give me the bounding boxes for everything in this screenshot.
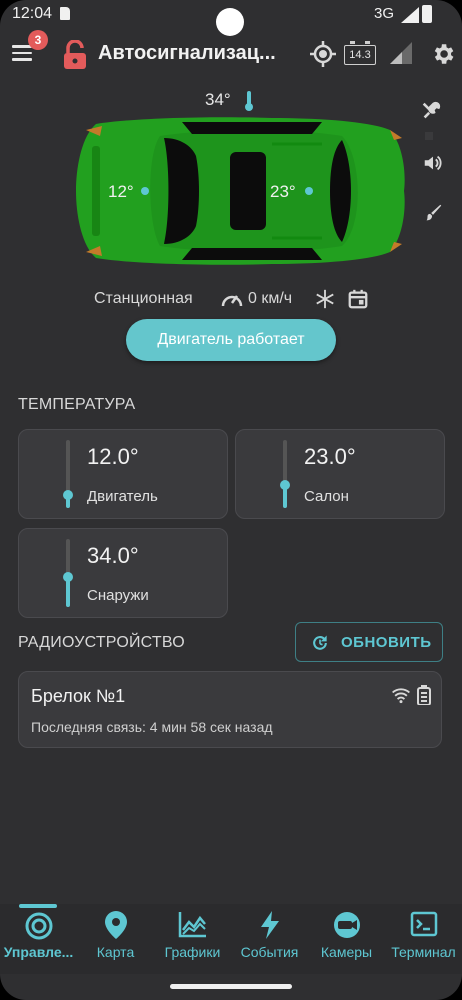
- nav-tab-map[interactable]: Карта: [77, 904, 154, 974]
- battery-voltage-icon[interactable]: 14.3: [344, 41, 376, 65]
- temperature-section-title: ТЕМПЕРАТУРА: [18, 396, 136, 413]
- nav-label: События: [240, 944, 299, 960]
- nav-tab-terminal[interactable]: Терминал: [385, 904, 462, 974]
- app-title[interactable]: Автосигнализац...: [98, 42, 298, 65]
- nav-tab-control[interactable]: Управле...: [0, 904, 77, 974]
- thermometer-icon: [245, 91, 253, 111]
- gsm-signal-icon: [390, 42, 412, 64]
- temp-value: 12.0°: [87, 444, 139, 469]
- nav-label: Управле...: [3, 944, 74, 960]
- menu-icon-line: [12, 58, 32, 61]
- temp-level-knob: [280, 480, 290, 490]
- calendar-icon[interactable]: [347, 288, 369, 310]
- terminal-icon: [410, 911, 437, 937]
- menu-icon-line: [12, 51, 32, 54]
- nav-label: Графики: [164, 944, 221, 960]
- bottom-navigation: Управле... Карта Графики События Камеры …: [0, 904, 462, 974]
- unlocked-lock-icon[interactable]: [62, 40, 88, 70]
- refresh-icon: [313, 635, 327, 650]
- temp-card-cabin[interactable]: 23.0° Салон: [235, 429, 445, 519]
- temp-level-slider: [63, 539, 73, 607]
- map-pin-icon: [104, 911, 127, 939]
- wifi-signal-icon: [392, 688, 410, 704]
- nav-label: Терминал: [391, 944, 456, 960]
- temp-level-slider: [63, 440, 73, 508]
- temp-card-engine[interactable]: 12.0° Двигатель: [18, 429, 228, 519]
- active-tab-indicator: [19, 904, 57, 908]
- speaker-icon[interactable]: [422, 152, 444, 174]
- temp-card-outside[interactable]: 34.0° Снаружи: [18, 528, 228, 618]
- brush-icon[interactable]: [422, 202, 444, 224]
- tools-icon[interactable]: [420, 100, 442, 122]
- temp-name: Салон: [304, 488, 349, 505]
- nav-label: Камеры: [320, 944, 373, 960]
- app-bar: 3 Автосигнализац... 14.3: [0, 28, 462, 82]
- status-indicator: [425, 132, 433, 140]
- temp-value: 34.0°: [87, 543, 139, 568]
- engine-temperature-label: 12°: [108, 182, 134, 201]
- network-type: 3G: [374, 5, 395, 22]
- chart-icon: [178, 912, 206, 938]
- settings-icon[interactable]: [430, 41, 456, 67]
- outside-temperature: 34°: [205, 90, 231, 109]
- cell-signal-icon: [401, 7, 419, 23]
- gps-icon[interactable]: [310, 41, 336, 67]
- control-icon: [25, 912, 52, 940]
- nav-label: Карта: [96, 944, 135, 960]
- status-bar: 12:04 3G: [0, 0, 462, 36]
- temp-name: Снаружи: [87, 587, 149, 604]
- mode-label: Станционная: [94, 290, 193, 307]
- snowflake-icon: [316, 289, 334, 309]
- speedometer-icon: [221, 295, 243, 307]
- temp-name: Двигатель: [87, 488, 158, 505]
- home-indicator[interactable]: [170, 984, 292, 989]
- refresh-label: ОБНОВИТЬ: [341, 634, 432, 651]
- phone-screen: 12:04 3G 3 Автосигнализац... 14.3 34° 12…: [0, 0, 462, 1000]
- temp-level-knob: [63, 490, 73, 500]
- remote-device-card[interactable]: Брелок №1 Последняя связь: 4 мин 58 сек …: [18, 671, 442, 748]
- speed-label: 0 км/ч: [248, 290, 293, 307]
- battery-icon: [417, 685, 431, 705]
- sd-card-icon: [60, 7, 70, 20]
- engine-sensor-dot: [141, 187, 149, 195]
- camera-icon: [333, 912, 360, 938]
- radio-section-title: РАДИОУСТРОЙСТВО: [18, 634, 185, 651]
- car-status-area: 34° 12° 23°: [0, 84, 462, 284]
- nav-tab-charts[interactable]: Графики: [154, 904, 231, 974]
- cabin-temperature-label: 23°: [270, 182, 296, 201]
- nav-tab-events[interactable]: События: [231, 904, 308, 974]
- vehicle-state-row: Станционная 0 км/ч: [0, 286, 462, 314]
- cabin-sensor-dot: [305, 187, 313, 195]
- refresh-button[interactable]: ОБНОВИТЬ: [295, 622, 443, 662]
- battery-status-icon: [422, 5, 432, 23]
- device-name: Брелок №1: [31, 686, 126, 706]
- status-time: 12:04: [12, 5, 53, 22]
- temp-level-knob: [63, 572, 73, 582]
- nav-tab-cameras[interactable]: Камеры: [308, 904, 385, 974]
- engine-running-button[interactable]: Двигатель работает: [126, 319, 336, 361]
- temp-value: 23.0°: [304, 444, 356, 469]
- temp-level-slider: [280, 440, 290, 508]
- device-last-seen: Последняя связь: 4 мин 58 сек назад: [31, 719, 273, 735]
- lightning-icon: [260, 911, 279, 939]
- notification-badge: 3: [28, 30, 48, 50]
